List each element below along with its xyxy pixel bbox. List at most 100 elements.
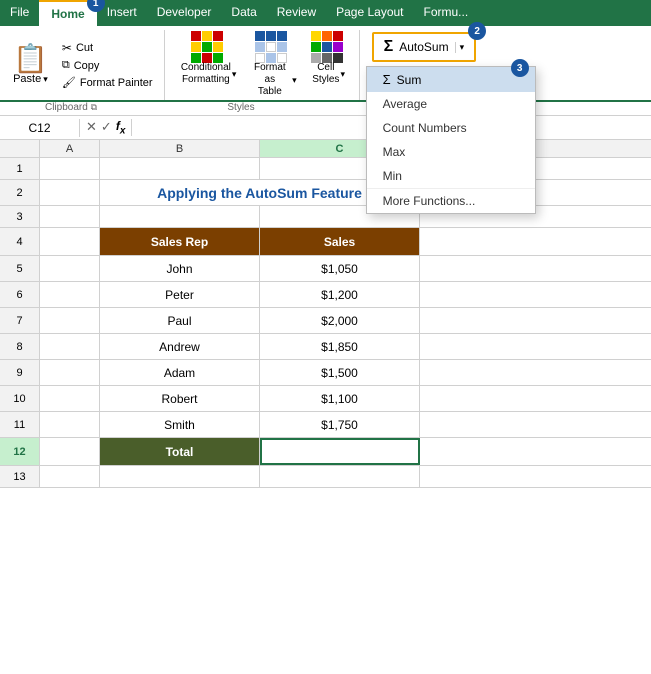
cell-a12[interactable] bbox=[40, 438, 100, 465]
autosum-dropdown-arrow[interactable]: ▾ bbox=[455, 42, 465, 53]
table-row: 6 Peter $1,200 bbox=[0, 282, 651, 308]
total-label: Total bbox=[166, 445, 194, 459]
cell-c11[interactable]: $1,750 bbox=[260, 412, 420, 437]
cs-dropdown-arrow[interactable]: ▾ bbox=[340, 69, 345, 80]
copy-button[interactable]: ⧉ Copy bbox=[59, 58, 156, 73]
dropdown-item-min[interactable]: Min bbox=[367, 164, 535, 188]
row-header-spacer bbox=[0, 140, 40, 157]
fat-dropdown-arrow[interactable]: ▾ bbox=[292, 75, 297, 86]
row-num-2[interactable]: 2 bbox=[0, 180, 40, 205]
cell-b3[interactable] bbox=[100, 206, 260, 227]
cell-a9[interactable] bbox=[40, 360, 100, 385]
row-num-4[interactable]: 4 bbox=[0, 228, 40, 255]
row-num-6[interactable]: 6 bbox=[0, 282, 40, 307]
row-num-11[interactable]: 11 bbox=[0, 412, 40, 437]
cut-icon: ✂ bbox=[62, 41, 72, 55]
dropdown-item-max[interactable]: Max bbox=[367, 140, 535, 164]
cancel-formula-icon[interactable]: ✕ bbox=[86, 119, 97, 135]
dropdown-item-more[interactable]: More Functions... bbox=[367, 189, 535, 213]
paste-dropdown-arrow[interactable]: ▾ bbox=[43, 74, 48, 85]
cell-c7[interactable]: $2,000 bbox=[260, 308, 420, 333]
col-header-b[interactable]: B bbox=[100, 140, 260, 157]
tab-review[interactable]: Review bbox=[267, 0, 326, 26]
cell-styles-button[interactable]: CellStyles ▾ bbox=[307, 30, 351, 88]
row-num-13[interactable]: 13 bbox=[0, 466, 40, 487]
table-row: 12 Total bbox=[0, 438, 651, 466]
insert-function-icon[interactable]: fx bbox=[116, 119, 126, 136]
col-headers: A B C bbox=[0, 140, 651, 158]
count-label: Count Numbers bbox=[383, 121, 467, 135]
tab-page-layout[interactable]: Page Layout bbox=[326, 0, 413, 26]
row-num-12[interactable]: 12 bbox=[0, 438, 40, 465]
cell-a13[interactable] bbox=[40, 466, 100, 487]
tab-home[interactable]: Home 1 bbox=[39, 0, 96, 26]
cell-a8[interactable] bbox=[40, 334, 100, 359]
max-label: Max bbox=[383, 145, 406, 159]
spreadsheet: A B C 1 2 Applying the AutoSum Feature 3 bbox=[0, 140, 651, 674]
tab-developer[interactable]: Developer bbox=[147, 0, 222, 26]
row-num-3[interactable]: 3 bbox=[0, 206, 40, 227]
cell-b10[interactable]: Robert bbox=[100, 386, 260, 411]
cell-c8[interactable]: $1,850 bbox=[260, 334, 420, 359]
col-header-a[interactable]: A bbox=[40, 140, 100, 157]
cell-b8[interactable]: Andrew bbox=[100, 334, 260, 359]
table-row: 4 Sales Rep Sales bbox=[0, 228, 651, 256]
cell-b13[interactable] bbox=[100, 466, 260, 487]
row-num-1[interactable]: 1 bbox=[0, 158, 40, 179]
cell-a4[interactable] bbox=[40, 228, 100, 255]
cf-dropdown-arrow[interactable]: ▾ bbox=[232, 69, 237, 80]
cell-c4-header[interactable]: Sales bbox=[260, 228, 420, 255]
table-row: 1 bbox=[0, 158, 651, 180]
cell-a5[interactable] bbox=[40, 256, 100, 281]
cut-button[interactable]: ✂ Cut bbox=[59, 40, 156, 56]
cell-b5[interactable]: John bbox=[100, 256, 260, 281]
conditional-formatting-button[interactable]: ConditionalFormatting ▾ bbox=[179, 30, 239, 88]
cell-b11[interactable]: Smith bbox=[100, 412, 260, 437]
dropdown-item-count[interactable]: Count Numbers bbox=[367, 116, 535, 140]
ribbon-tabs: File Home 1 Insert Developer Data Review… bbox=[0, 0, 651, 26]
cell-c12-active[interactable] bbox=[260, 438, 420, 465]
row-num-10[interactable]: 10 bbox=[0, 386, 40, 411]
cell-a3[interactable] bbox=[40, 206, 100, 227]
cell-b7[interactable]: Paul bbox=[100, 308, 260, 333]
autosum-button[interactable]: Σ AutoSum ▾ bbox=[372, 32, 477, 62]
cell-b9[interactable]: Adam bbox=[100, 360, 260, 385]
format-as-table-button[interactable]: Format asTable ▾ bbox=[245, 30, 301, 100]
cell-b12-total[interactable]: Total bbox=[100, 438, 260, 465]
tab-formulas[interactable]: Formu... bbox=[414, 0, 479, 26]
autosum-dropdown: Σ Sum 3 Average Count Numbers Max Min bbox=[366, 66, 536, 214]
cell-c9[interactable]: $1,500 bbox=[260, 360, 420, 385]
dropdown-item-average[interactable]: Average bbox=[367, 92, 535, 116]
format-painter-button[interactable]: 🖌 Format Painter bbox=[59, 75, 156, 90]
ribbon-content: 📋 Paste ▾ ✂ Cut ⧉ Copy 🖌 Format Pa bbox=[0, 26, 651, 102]
table-row: 3 bbox=[0, 206, 651, 228]
tab-file[interactable]: File bbox=[0, 0, 39, 26]
cell-c10[interactable]: $1,100 bbox=[260, 386, 420, 411]
cell-a11[interactable] bbox=[40, 412, 100, 437]
row-num-8[interactable]: 8 bbox=[0, 334, 40, 359]
conditional-formatting-icon bbox=[191, 32, 227, 62]
paste-button[interactable]: 📋 Paste ▾ bbox=[6, 30, 55, 100]
cell-a1[interactable] bbox=[40, 158, 100, 179]
cell-b6[interactable]: Peter bbox=[100, 282, 260, 307]
row-num-5[interactable]: 5 bbox=[0, 256, 40, 281]
paste-label: Paste bbox=[13, 73, 41, 85]
table-row: 9 Adam $1,500 bbox=[0, 360, 651, 386]
cell-a7[interactable] bbox=[40, 308, 100, 333]
cell-c13[interactable] bbox=[260, 466, 420, 487]
tab-data[interactable]: Data bbox=[221, 0, 266, 26]
cell-a6[interactable] bbox=[40, 282, 100, 307]
cell-a10[interactable] bbox=[40, 386, 100, 411]
cell-b1[interactable] bbox=[100, 158, 260, 179]
cell-a2[interactable] bbox=[40, 180, 100, 205]
autosum-area: Σ AutoSum ▾ 2 Σ Sum 3 Average Count Numb… bbox=[366, 30, 483, 100]
table-row: 5 John $1,050 bbox=[0, 256, 651, 282]
cell-b4-header[interactable]: Sales Rep bbox=[100, 228, 260, 255]
dropdown-item-sum[interactable]: Σ Sum 3 bbox=[367, 67, 535, 92]
confirm-formula-icon[interactable]: ✓ bbox=[101, 119, 112, 135]
row-num-7[interactable]: 7 bbox=[0, 308, 40, 333]
cell-c6[interactable]: $1,200 bbox=[260, 282, 420, 307]
cell-c5[interactable]: $1,050 bbox=[260, 256, 420, 281]
row-num-9[interactable]: 9 bbox=[0, 360, 40, 385]
cell-ref-box[interactable]: C12 bbox=[0, 119, 80, 137]
